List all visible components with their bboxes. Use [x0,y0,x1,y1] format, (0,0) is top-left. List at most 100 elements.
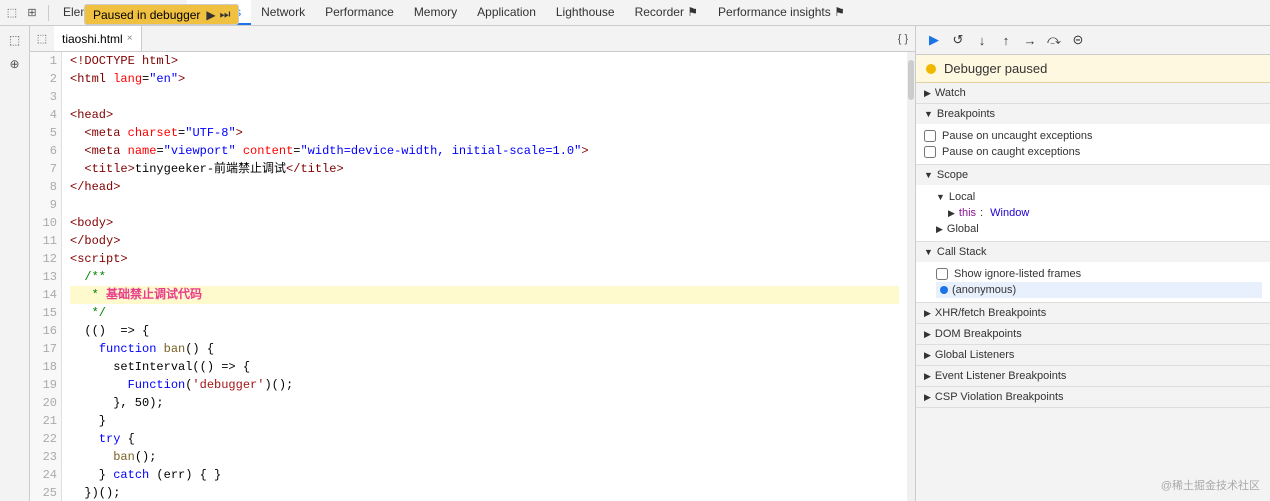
code-line: }, 50); [70,394,899,412]
play-icon[interactable]: ▶ [206,8,215,22]
event-listener-arrow-icon [924,370,931,382]
paused-label: Paused in debugger [93,8,200,22]
event-listener-section: Event Listener Breakpoints [916,366,1270,387]
tab-perf-insights[interactable]: Performance insights ⚑ [708,0,855,25]
csp-header[interactable]: CSP Violation Breakpoints [916,387,1270,407]
tab-application[interactable]: Application [467,0,546,25]
file-tab-name: tiaoshi.html [62,32,123,46]
local-arrow-icon [936,191,945,203]
devtools-icon-2[interactable]: ⊞ [24,5,40,21]
code-line: <title>tinygeeker-前端禁止调试</title> [70,160,899,178]
callstack-label: Call Stack [937,246,987,258]
watch-header[interactable]: Watch [916,83,1270,103]
line-number: 18 [34,358,57,376]
step-out-button[interactable]: ↑ [996,30,1016,50]
devtools-icons: ⬚ ⊞ [4,5,49,21]
code-line: */ [70,304,899,322]
sidebar-icon-search[interactable]: ⊕ [5,54,25,74]
line-number: 12 [34,250,57,268]
xhr-label: XHR/fetch Breakpoints [935,307,1046,319]
line-numbers: 1234567891011121314151617181920212223242… [30,52,62,501]
breakpoints-section: Breakpoints Pause on uncaught exceptions… [916,104,1270,165]
xhr-arrow-icon [924,307,931,319]
tab-performance[interactable]: Performance [315,0,404,25]
right-panel: ▶ ↺ ↓ ↑ → ⤼ ⊝ Debugger paused Watch Brea… [915,26,1270,501]
code-line: } [70,412,899,430]
paused-banner: Paused in debugger ▶ ⏭ [84,4,239,25]
callstack-header[interactable]: Call Stack [916,242,1270,262]
watermark: @稀土掘金技术社区 [1161,477,1260,493]
xhr-section: XHR/fetch Breakpoints [916,303,1270,324]
callstack-arrow-icon [924,246,933,258]
line-number: 15 [34,304,57,322]
scope-content: Local this : Window Global [916,185,1270,241]
line-number: 9 [34,196,57,214]
tab-recorder[interactable]: Recorder ⚑ [625,0,708,25]
skip-icon[interactable]: ⏭ [220,7,231,22]
file-tab[interactable]: tiaoshi.html × [54,26,142,51]
tab-lighthouse[interactable]: Lighthouse [546,0,625,25]
pause-caught-checkbox[interactable] [924,146,936,158]
step-over-button[interactable]: ↺ [948,30,968,50]
this-prop-name: this [959,207,976,219]
code-line [70,88,899,106]
code-content[interactable]: <!DOCTYPE html><html lang="en"> <head> <… [62,52,907,501]
file-tab-close[interactable]: × [127,33,133,44]
breakpoints-arrow-icon [924,108,933,120]
file-format-icon[interactable]: { } [895,31,911,47]
scope-header[interactable]: Scope [916,165,1270,185]
pause-caught-label: Pause on caught exceptions [942,146,1080,158]
scroll-thumb[interactable] [908,60,914,100]
scope-label: Scope [937,169,968,181]
global-listeners-label: Global Listeners [935,349,1015,361]
breakpoints-label: Breakpoints [937,108,995,120]
line-number: 22 [34,430,57,448]
local-item[interactable]: Local [936,189,1262,205]
pause-uncaught-label: Pause on uncaught exceptions [942,130,1092,142]
vertical-scrollbar[interactable] [907,52,915,501]
step-button[interactable]: → [1020,30,1040,50]
main-layout: ⬚ ⊕ ⬚ tiaoshi.html × { } 123456789101112… [0,26,1270,501]
step-into-button[interactable]: ↓ [972,30,992,50]
resume-button[interactable]: ▶ [924,30,944,50]
dom-header[interactable]: DOM Breakpoints [916,324,1270,344]
global-label: Global [947,223,979,235]
breakpoints-header[interactable]: Breakpoints [916,104,1270,124]
line-number: 14 [34,286,57,304]
line-number: 6 [34,142,57,160]
csp-section: CSP Violation Breakpoints [916,387,1270,408]
sidebar-icon-files[interactable]: ⬚ [5,30,25,50]
watch-section: Watch [916,83,1270,104]
line-number: 8 [34,178,57,196]
call-stack-anonymous[interactable]: (anonymous) [936,282,1262,298]
tab-memory[interactable]: Memory [404,0,467,25]
event-listener-header[interactable]: Event Listener Breakpoints [916,366,1270,386]
line-number: 7 [34,160,57,178]
devtools-icon-1[interactable]: ⬚ [4,5,20,21]
pause-exceptions-button[interactable]: ⊝ [1068,30,1088,50]
line-number: 11 [34,232,57,250]
global-listeners-header[interactable]: Global Listeners [916,345,1270,365]
code-line: <script> [70,250,899,268]
deactivate-button[interactable]: ⤼ [1044,30,1064,50]
pause-uncaught-checkbox[interactable] [924,130,936,142]
xhr-header[interactable]: XHR/fetch Breakpoints [916,303,1270,323]
show-ignore-row: Show ignore-listed frames [936,266,1262,282]
show-ignore-checkbox[interactable] [936,268,948,280]
dom-section: DOM Breakpoints [916,324,1270,345]
line-number: 3 [34,88,57,106]
line-number: 19 [34,376,57,394]
file-tab-back-icon[interactable]: ⬚ [34,31,50,47]
local-content: this : Window [936,205,1262,221]
global-item[interactable]: Global [936,221,1262,237]
local-label: Local [949,191,975,203]
line-number: 2 [34,70,57,88]
watch-label: Watch [935,87,966,99]
code-editor: 1234567891011121314151617181920212223242… [30,52,915,501]
global-listeners-section: Global Listeners [916,345,1270,366]
anonymous-label: (anonymous) [952,284,1016,296]
this-prop-val: Window [990,207,1029,219]
this-item[interactable]: this : Window [948,205,1262,221]
tab-network[interactable]: Network [251,0,315,25]
code-line: } catch (err) { } [70,466,899,484]
